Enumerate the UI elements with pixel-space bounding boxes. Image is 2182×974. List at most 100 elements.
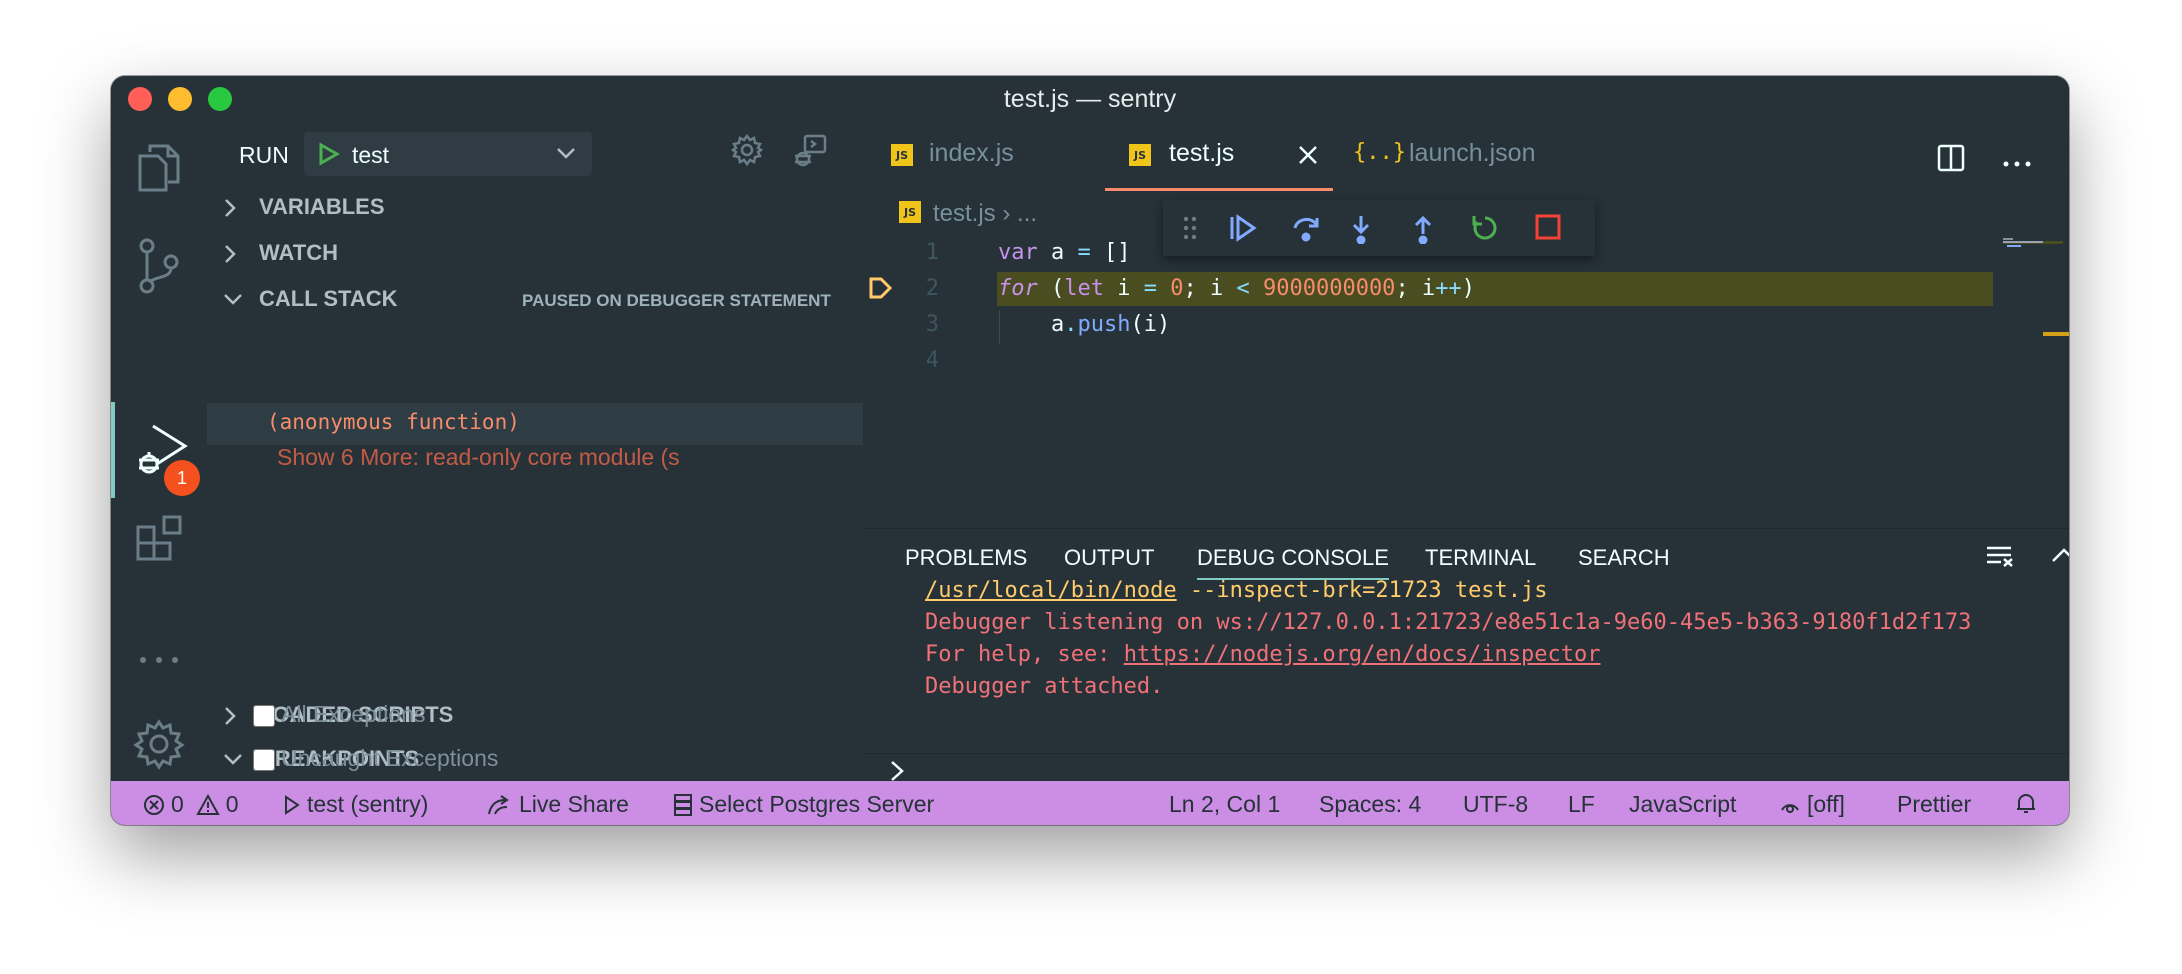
drag-handle-icon[interactable] (1183, 216, 1197, 245)
code-text: var a = [] (998, 240, 1131, 265)
stop-icon[interactable] (1535, 214, 1561, 245)
console-line: Debugger attached. (925, 674, 1164, 699)
open-launch-json-gear-icon[interactable] (730, 133, 764, 171)
restart-icon[interactable] (1471, 214, 1499, 247)
js-file-icon: JS (899, 200, 921, 223)
node-path-link[interactable]: /usr/local/bin/node (925, 578, 1177, 603)
step-out-icon[interactable] (1411, 214, 1435, 249)
watch-status-label: [off] (1807, 791, 1845, 817)
code-line-current: 2 for (let i = 0; i < 9000000000; i++) (863, 272, 1993, 306)
more-actions-icon[interactable] (2003, 154, 2031, 172)
eol-status[interactable]: LF (1568, 791, 1595, 818)
extensions-activity[interactable] (111, 490, 207, 586)
minimap[interactable] (2003, 238, 2063, 298)
watch-section[interactable]: WATCH (207, 232, 863, 272)
json-file-icon: {..} (1353, 140, 1406, 165)
source-control-icon (137, 238, 181, 294)
gear-icon (133, 718, 185, 770)
prettier-status[interactable]: Prettier (1897, 791, 1971, 818)
frame-name: (anonymous function) (267, 410, 520, 434)
manage-activity[interactable] (111, 696, 207, 792)
maximize-panel-icon[interactable] (2051, 547, 2069, 568)
postgres-server-status[interactable]: Select Postgres Server (673, 791, 934, 818)
tab-launch-json[interactable]: {..} launch.json (1333, 120, 1573, 188)
tab-label: launch.json (1409, 139, 1536, 167)
indentation-status[interactable]: Spaces: 4 (1319, 791, 1421, 818)
call-stack-status: PAUSED ON DEBUGGER STATEMENT (522, 291, 831, 310)
more-activity[interactable] (111, 612, 207, 708)
live-share-status[interactable]: Live Share (487, 791, 629, 818)
breadcrumb-file[interactable]: test.js (933, 200, 996, 227)
error-icon (144, 794, 164, 815)
all-exceptions-checkbox[interactable] (253, 705, 275, 727)
chevron-right-icon (223, 706, 237, 731)
call-stack-frame[interactable]: (anonymous function) (207, 403, 863, 445)
line-number: 2 (925, 276, 939, 301)
scroll-marker (2043, 332, 2069, 336)
language-label: JavaScript (1629, 791, 1737, 817)
server-icon (674, 793, 692, 816)
line-number: 1 (925, 240, 939, 265)
code-line: 3 a.push(i) (863, 308, 1993, 342)
notifications-status[interactable] (2015, 791, 2037, 815)
error-count: 0 (171, 791, 184, 817)
line-number: 3 (925, 312, 939, 337)
chevron-down-icon (223, 292, 243, 311)
call-stack-label: CALL STACK (259, 286, 398, 311)
close-icon[interactable] (1297, 144, 1319, 171)
tab-output[interactable]: OUTPUT (1064, 545, 1154, 571)
step-into-icon[interactable] (1349, 214, 1373, 249)
tab-test-js[interactable]: JS test.js (1105, 120, 1333, 191)
console-line: Debugger listening on ws://127.0.0.1:217… (925, 610, 1972, 635)
show-more-frames-link[interactable]: Show 6 More: read-only core module (s (277, 444, 863, 471)
split-editor-icon[interactable] (1937, 144, 1965, 177)
debug-console-toggle-icon[interactable] (793, 134, 827, 173)
debug-console-output: /usr/local/bin/node --inspect-brk=21723 … (925, 575, 1971, 703)
bottom-panel: PROBLEMS OUTPUT DEBUG CONSOLE TERMINAL S… (863, 528, 2069, 782)
title-bar: test.js — sentry (111, 76, 2069, 120)
encoding-status[interactable]: UTF-8 (1463, 791, 1528, 818)
watch-label: WATCH (259, 240, 339, 265)
continue-icon[interactable] (1229, 214, 1257, 247)
live-share-label: Live Share (519, 791, 629, 817)
tab-problems[interactable]: PROBLEMS (905, 545, 1027, 571)
breakpoint-label: All Exceptions (281, 701, 426, 727)
chevron-right-icon (891, 761, 904, 781)
run-debug-activity[interactable]: 1 (111, 402, 211, 498)
code-text: for (let i = 0; i < 9000000000; i++) (998, 276, 1475, 301)
editor-area: JS index.js JS test.js {..} launch.json (863, 120, 2069, 781)
watch-status[interactable]: [off] (1779, 791, 1845, 818)
inspector-docs-link[interactable]: https://nodejs.org/en/docs/inspector (1124, 642, 1601, 667)
debug-target-status[interactable]: test (sentry) (283, 791, 428, 818)
vscode-window: test.js — sentry 1 RUN test VARIABLES WA… (111, 76, 2069, 825)
breadcrumb-rest[interactable]: ... (1017, 200, 1037, 227)
broadcast-icon (1781, 803, 1799, 813)
clear-console-icon[interactable] (1985, 545, 2015, 572)
source-control-activity[interactable] (111, 218, 207, 314)
run-debug-sidebar: RUN test VARIABLES WATCH CALL STACK PAUS… (207, 120, 863, 781)
explorer-activity[interactable] (111, 120, 207, 216)
eol-label: LF (1568, 791, 1595, 817)
tab-index-js[interactable]: JS index.js (863, 120, 1105, 188)
call-stack-section[interactable]: CALL STACK PAUSED ON DEBUGGER STATEMENT (207, 278, 863, 318)
code-line: 4 (863, 344, 1993, 378)
problems-status[interactable]: 0 0 (143, 791, 239, 818)
extensions-icon (134, 513, 184, 563)
tab-search[interactable]: SEARCH (1578, 545, 1670, 571)
tab-label: test.js (1169, 139, 1235, 167)
uncaught-exceptions-checkbox[interactable] (253, 749, 275, 771)
start-debugging-icon[interactable] (318, 142, 341, 171)
chevron-down-icon (556, 146, 576, 164)
chevron-right-icon (223, 198, 237, 223)
launch-config-select[interactable]: test (304, 132, 592, 176)
step-over-icon[interactable] (1291, 214, 1321, 247)
tab-terminal[interactable]: TERMINAL (1425, 545, 1536, 571)
language-status[interactable]: JavaScript (1629, 791, 1736, 818)
variables-section[interactable]: VARIABLES (207, 186, 863, 226)
js-file-icon: JS (891, 144, 913, 166)
cursor-position-status[interactable]: Ln 2, Col 1 (1169, 791, 1280, 818)
breadcrumb[interactable]: JS test.js › ... (899, 200, 1037, 228)
files-icon (136, 142, 182, 194)
console-input[interactable] (863, 753, 2069, 784)
breadcrumb-separator: › (1002, 200, 1011, 227)
